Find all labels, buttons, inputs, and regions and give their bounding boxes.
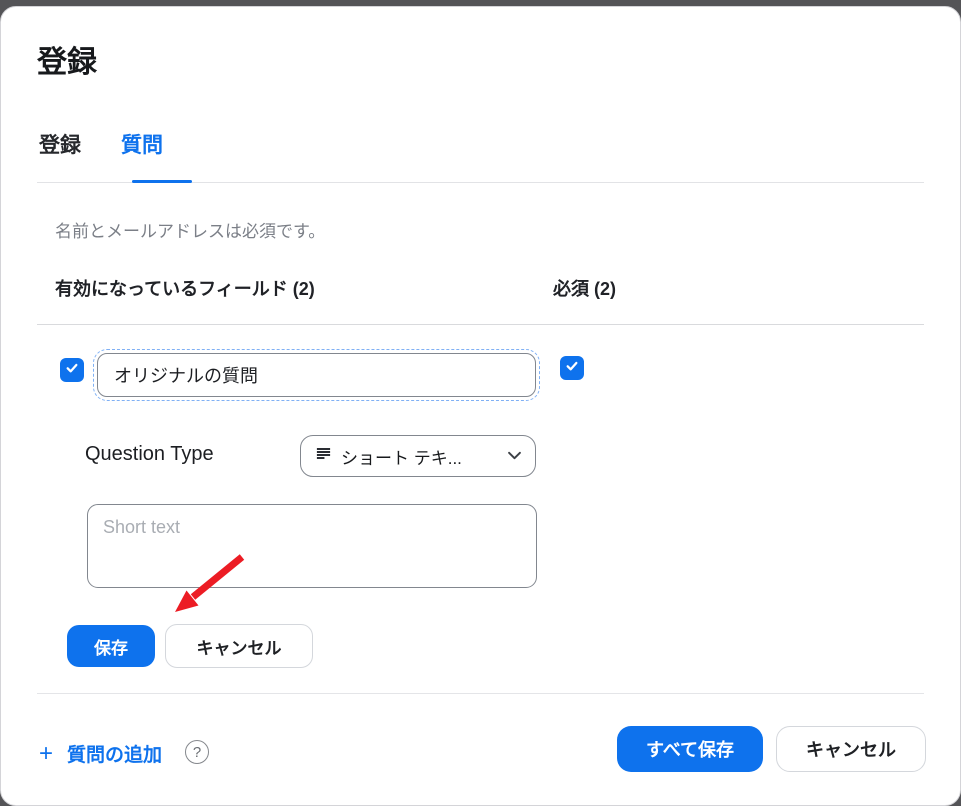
- question-type-label: Question Type: [85, 443, 214, 466]
- cancel-button[interactable]: キャンセル: [165, 624, 313, 668]
- tab-registration[interactable]: 登録: [39, 129, 81, 159]
- chevron-down-icon: [508, 447, 521, 465]
- required-fields-note: 名前とメールアドレスは必須です。: [55, 217, 325, 242]
- checkmark-icon: [64, 360, 80, 381]
- question-type-dropdown[interactable]: ショート テキ...: [300, 435, 536, 477]
- enabled-fields-header: 有効になっているフィールド (2): [55, 275, 315, 301]
- enabled-checkbox[interactable]: [60, 358, 84, 382]
- add-question-link[interactable]: + 質問の追加: [39, 740, 162, 767]
- section-divider: [37, 324, 924, 325]
- short-text-icon: [315, 445, 332, 467]
- help-icon[interactable]: ?: [185, 740, 209, 764]
- tab-bar: 登録 質問: [39, 129, 163, 159]
- cancel-all-button[interactable]: キャンセル: [776, 726, 926, 772]
- required-header: 必須 (2): [553, 275, 616, 301]
- dialog-title: 登録: [37, 37, 97, 81]
- plus-icon: +: [39, 742, 53, 766]
- checkmark-icon: [564, 358, 580, 379]
- add-question-label: 質問の追加: [67, 740, 162, 767]
- question-title-input[interactable]: [97, 353, 536, 397]
- active-tab-underline: [132, 180, 192, 183]
- tab-questions[interactable]: 質問: [121, 129, 163, 159]
- save-button[interactable]: 保存: [67, 625, 155, 667]
- save-all-button[interactable]: すべて保存: [617, 726, 763, 772]
- footer-divider: [37, 693, 924, 694]
- required-checkbox[interactable]: [560, 356, 584, 380]
- registration-dialog: 登録 登録 質問 名前とメールアドレスは必須です。 有効になっているフィールド …: [0, 6, 961, 806]
- question-type-value: ショート テキ...: [341, 444, 499, 469]
- answer-preview-textarea[interactable]: [87, 504, 537, 588]
